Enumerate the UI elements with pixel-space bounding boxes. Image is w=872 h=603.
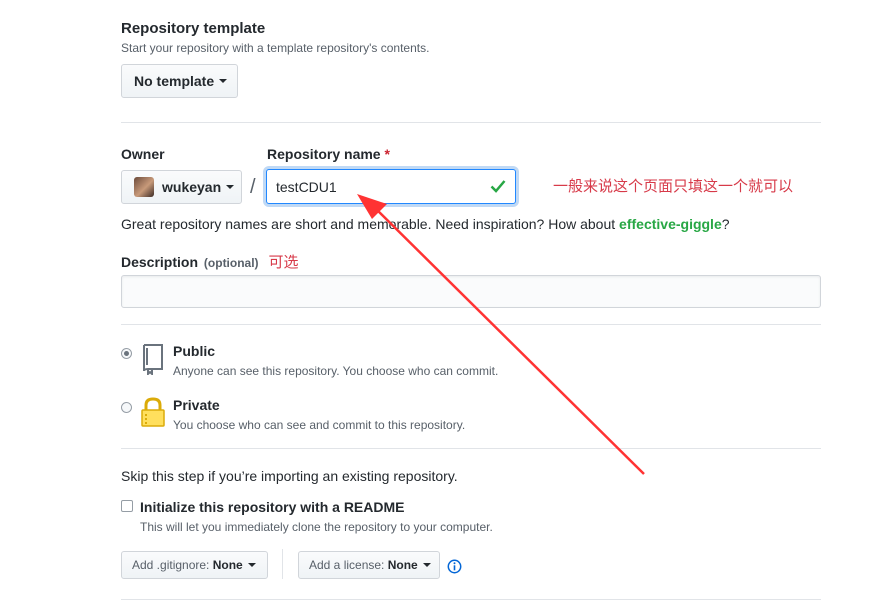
repo-name-label: Repository name * — [267, 146, 390, 162]
template-select-button[interactable]: No template — [121, 64, 238, 98]
license-prefix: Add a license: — [309, 558, 388, 572]
public-desc: Anyone can see this repository. You choo… — [173, 364, 499, 378]
template-title: Repository template — [121, 20, 266, 37]
private-radio[interactable] — [121, 402, 132, 413]
caret-down-icon — [226, 185, 235, 189]
divider — [121, 599, 821, 600]
divider — [121, 448, 821, 449]
info-icon[interactable] — [447, 559, 462, 574]
readme-desc: This will let you immediately clone the … — [140, 520, 493, 534]
private-desc: You choose who can see and commit to thi… — [173, 418, 466, 432]
owner-name: wukeyan — [162, 179, 222, 195]
required-mark: * — [384, 146, 390, 162]
repo-name-input[interactable] — [266, 169, 516, 204]
gitignore-value: None — [212, 558, 243, 572]
annotation-optional: 可选 — [268, 254, 299, 271]
hint-text: Great repository names are short and mem… — [121, 216, 620, 232]
description-label-text: Description — [121, 254, 199, 270]
lock-icon — [141, 397, 165, 427]
divider — [121, 122, 821, 123]
optional-tag: (optional) — [203, 256, 259, 270]
avatar — [134, 177, 154, 197]
license-select-button[interactable]: Add a license: None — [298, 551, 440, 579]
repo-book-icon — [143, 344, 163, 375]
caret-down-icon — [247, 563, 256, 567]
license-value: None — [387, 558, 418, 572]
caret-down-icon — [219, 79, 228, 83]
check-icon — [490, 180, 506, 193]
caret-down-icon — [422, 563, 431, 567]
description-input[interactable] — [121, 275, 821, 308]
private-title: Private — [173, 397, 220, 413]
suggestion-link[interactable]: effective-giggle — [619, 216, 722, 232]
repo-name-hint: Great repository names are short and mem… — [121, 216, 730, 232]
separator — [282, 549, 283, 579]
description-label: Description (optional) 可选 — [121, 251, 298, 272]
public-title: Public — [173, 343, 216, 359]
template-select-label: No template — [134, 73, 215, 89]
owner-repo-separator: / — [250, 176, 256, 198]
owner-select-button[interactable]: wukeyan — [121, 170, 242, 204]
annotation-main: 一般来说这个页面只填这一个就可以 — [553, 178, 794, 195]
hint-suffix: ? — [721, 216, 730, 232]
public-radio[interactable] — [121, 348, 132, 359]
divider — [121, 324, 821, 325]
owner-label: Owner — [121, 146, 165, 162]
gitignore-prefix: Add .gitignore: — [132, 558, 213, 572]
repo-name-label-text: Repository name — [267, 146, 381, 162]
readme-label: Initialize this repository with a README — [140, 499, 405, 515]
template-subtitle: Start your repository with a template re… — [121, 41, 430, 55]
repo-name-field-wrap — [266, 169, 516, 204]
readme-checkbox[interactable] — [121, 500, 133, 512]
gitignore-select-button[interactable]: Add .gitignore: None — [121, 551, 268, 579]
import-note: Skip this step if you’re importing an ex… — [121, 468, 458, 484]
